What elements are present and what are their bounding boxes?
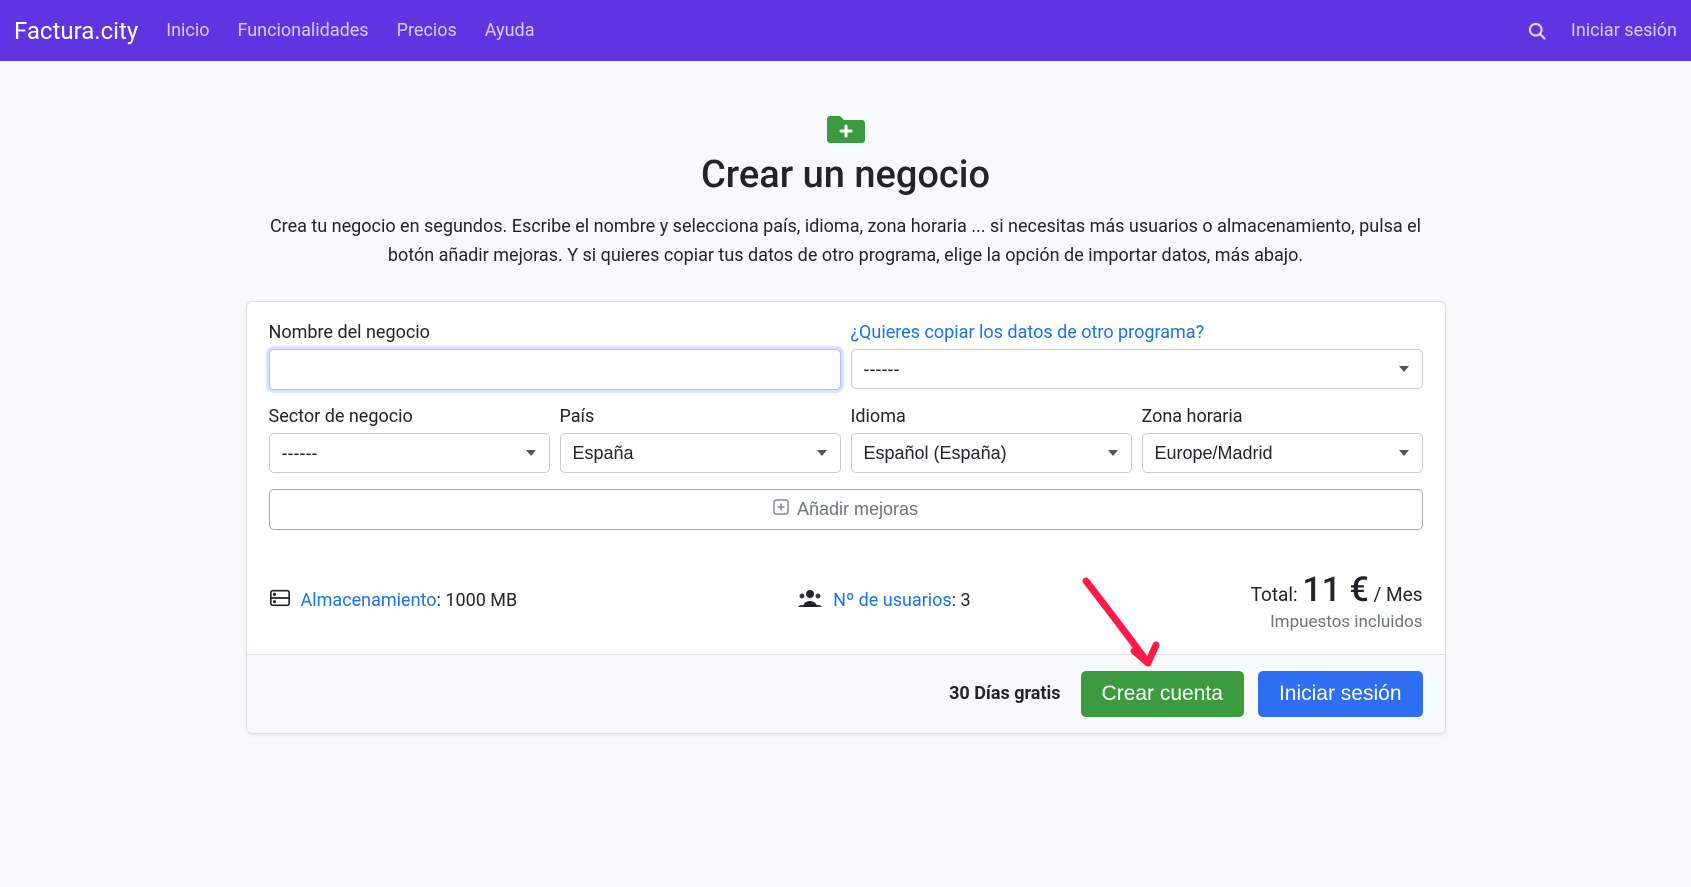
folder-plus-icon [246,111,1446,145]
country-select[interactable]: España [560,433,841,473]
page-title: Crear un negocio [246,153,1446,197]
storage-link[interactable]: Almacenamiento [301,590,437,611]
create-account-button[interactable]: Crear cuenta [1081,671,1244,717]
plus-square-icon [773,499,789,520]
add-improvements-button[interactable]: Añadir mejoras [269,489,1423,530]
add-improvements-label: Añadir mejoras [797,499,918,520]
language-label: Idioma [851,406,1132,427]
users-link[interactable]: Nº de usuarios [833,590,952,611]
timezone-label: Zona horaria [1142,406,1423,427]
nav-login[interactable]: Iniciar sesión [1571,20,1677,41]
total-label: Total: [1251,583,1303,606]
timezone-select[interactable]: Europe/Madrid [1142,433,1423,473]
page-subtitle: Crea tu negocio en segundos. Escribe el … [246,213,1446,271]
sector-label: Sector de negocio [269,406,550,427]
users-icon [797,588,823,613]
search-icon[interactable] [1527,21,1547,41]
nav-ayuda[interactable]: Ayuda [485,20,535,41]
tax-note: Impuestos incluidos [1251,612,1423,632]
language-select[interactable]: Español (España) [851,433,1132,473]
country-label: País [560,406,841,427]
business-name-label: Nombre del negocio [269,322,841,343]
copy-data-select[interactable]: ------ [851,349,1423,389]
total-period: / Mes [1369,583,1423,606]
nav-funcionalidades[interactable]: Funcionalidades [238,20,369,41]
storage-value: : 1000 MB [437,590,518,611]
create-business-card: Nombre del negocio ¿Quieres copiar los d… [246,301,1446,734]
login-button[interactable]: Iniciar sesión [1258,671,1423,717]
storage-icon [269,588,291,613]
nav-precios[interactable]: Precios [397,20,457,41]
trial-text: 30 Días gratis [949,683,1060,704]
business-name-input[interactable] [269,349,841,390]
sector-select[interactable]: ------ [269,433,550,473]
navbar: Factura.city Inicio Funcionalidades Prec… [0,0,1691,61]
nav-inicio[interactable]: Inicio [166,20,209,41]
total-amount: 11 € [1302,570,1368,610]
brand-link[interactable]: Factura.city [14,17,138,45]
users-value: : 3 [952,590,971,611]
copy-data-label[interactable]: ¿Quieres copiar los datos de otro progra… [851,322,1423,343]
